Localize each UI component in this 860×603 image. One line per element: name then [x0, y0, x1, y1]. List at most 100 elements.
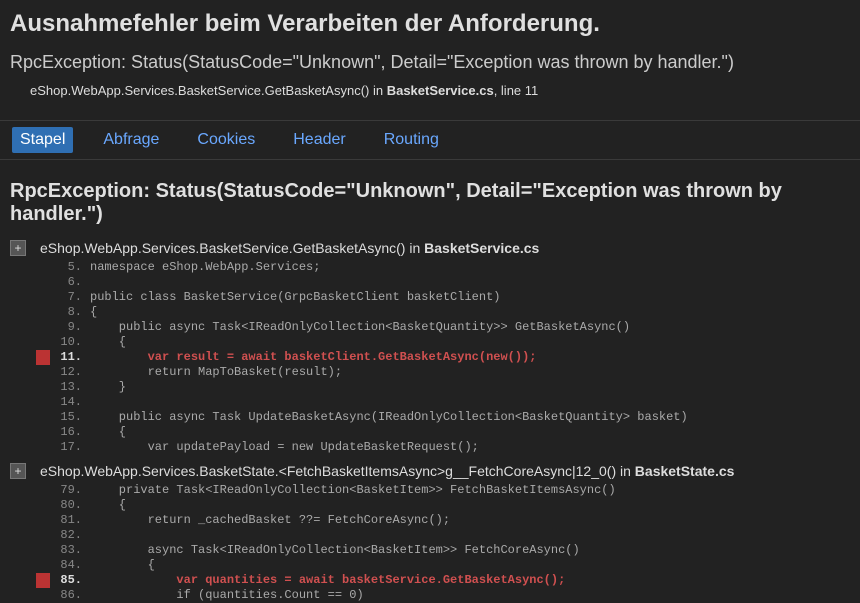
- tab-stapel[interactable]: Stapel: [12, 127, 73, 153]
- code-line: 14.: [36, 395, 860, 410]
- code-text: namespace eShop.WebApp.Services;: [90, 260, 860, 275]
- code-line: 79. private Task<IReadOnlyCollection<Bas…: [36, 483, 860, 498]
- line-number: 13.: [50, 380, 90, 395]
- line-number: 12.: [50, 365, 90, 380]
- gutter-mark: [36, 440, 50, 455]
- frame-title: + eShop.WebApp.Services.BasketState.<Fetc…: [0, 459, 860, 483]
- code-text: if (quantities.Count == 0): [90, 588, 860, 603]
- line-number: 11.: [50, 350, 90, 365]
- code-line: 84. {: [36, 558, 860, 573]
- frame-method: eShop.WebApp.Services.BasketService.GetB…: [40, 240, 424, 256]
- exception-header: RpcException: Status(StatusCode="Unknown…: [0, 176, 860, 236]
- line-number: 9.: [50, 320, 90, 335]
- code-line: 17. var updatePayload = new UpdateBasket…: [36, 440, 860, 455]
- gutter-mark: [36, 513, 50, 528]
- gutter-mark: [36, 483, 50, 498]
- code-line: 81. return _cachedBasket ??= FetchCoreAs…: [36, 513, 860, 528]
- line-number: 81.: [50, 513, 90, 528]
- code-text: [90, 395, 860, 410]
- code-line: 80. {: [36, 498, 860, 513]
- expand-button[interactable]: +: [10, 240, 26, 256]
- tab-bar: Stapel Abfrage Cookies Header Routing: [0, 120, 860, 160]
- line-number: 6.: [50, 275, 90, 290]
- page-title: Ausnahmefehler beim Verarbeiten der Anfo…: [0, 0, 860, 44]
- code-line: 11. var result = await basketClient.GetB…: [36, 350, 860, 365]
- line-number: 17.: [50, 440, 90, 455]
- code-text: public class BasketService(GrpcBasketCli…: [90, 290, 860, 305]
- frame-method: eShop.WebApp.Services.BasketState.<Fetch…: [40, 463, 635, 479]
- code-text: async Task<IReadOnlyCollection<BasketIte…: [90, 543, 860, 558]
- code-line: 16. {: [36, 425, 860, 440]
- code-line: 7.public class BasketService(GrpcBasketC…: [36, 290, 860, 305]
- line-number: 10.: [50, 335, 90, 350]
- code-text: var result = await basketClient.GetBaske…: [90, 350, 860, 365]
- code-text: }: [90, 380, 860, 395]
- gutter-mark: [36, 558, 50, 573]
- code-text: return MapToBasket(result);: [90, 365, 860, 380]
- exception-summary: RpcException: Status(StatusCode="Unknown…: [0, 44, 860, 81]
- line-number: 86.: [50, 588, 90, 603]
- code-line: 86. if (quantities.Count == 0): [36, 588, 860, 603]
- line-number: 14.: [50, 395, 90, 410]
- gutter-mark: [36, 543, 50, 558]
- line-number: 5.: [50, 260, 90, 275]
- code-line: 83. async Task<IReadOnlyCollection<Baske…: [36, 543, 860, 558]
- code-text: public async Task UpdateBasketAsync(IRea…: [90, 410, 860, 425]
- gutter-mark: [36, 528, 50, 543]
- frame-file: BasketService.cs: [424, 240, 539, 256]
- gutter-mark: [36, 573, 50, 588]
- code-line: 8.{: [36, 305, 860, 320]
- code-line: 12. return MapToBasket(result);: [36, 365, 860, 380]
- stack-frame: + eShop.WebApp.Services.BasketState.<Fetc…: [0, 459, 860, 603]
- code-line: 13. }: [36, 380, 860, 395]
- tab-cookies[interactable]: Cookies: [189, 127, 263, 153]
- code-block: 5.namespace eShop.WebApp.Services;6.7.pu…: [0, 260, 860, 455]
- top-frame-line: , line 11: [494, 83, 539, 98]
- code-text: {: [90, 558, 860, 573]
- gutter-mark: [36, 425, 50, 440]
- line-number: 8.: [50, 305, 90, 320]
- code-text: var quantities = await basketService.Get…: [90, 573, 860, 588]
- code-text: var updatePayload = new UpdateBasketRequ…: [90, 440, 860, 455]
- code-block: 79. private Task<IReadOnlyCollection<Bas…: [0, 483, 860, 603]
- code-text: return _cachedBasket ??= FetchCoreAsync(…: [90, 513, 860, 528]
- line-number: 85.: [50, 573, 90, 588]
- expand-button[interactable]: +: [10, 463, 26, 479]
- code-line: 10. {: [36, 335, 860, 350]
- frame-text: eShop.WebApp.Services.BasketState.<Fetch…: [40, 463, 734, 479]
- stack-frame: + eShop.WebApp.Services.BasketService.Get…: [0, 236, 860, 455]
- code-line: 6.: [36, 275, 860, 290]
- gutter-mark: [36, 290, 50, 305]
- gutter-mark: [36, 335, 50, 350]
- code-text: {: [90, 335, 860, 350]
- code-line: 5.namespace eShop.WebApp.Services;: [36, 260, 860, 275]
- gutter-mark: [36, 588, 50, 603]
- line-number: 80.: [50, 498, 90, 513]
- line-number: 7.: [50, 290, 90, 305]
- code-line: 9. public async Task<IReadOnlyCollection…: [36, 320, 860, 335]
- top-frame-file: BasketService.cs: [387, 83, 494, 98]
- gutter-mark: [36, 320, 50, 335]
- gutter-mark: [36, 395, 50, 410]
- tab-routing[interactable]: Routing: [376, 127, 447, 153]
- top-frame-method: eShop.WebApp.Services.BasketService.GetB…: [30, 83, 387, 98]
- code-text: [90, 275, 860, 290]
- gutter-mark: [36, 365, 50, 380]
- frame-text: eShop.WebApp.Services.BasketService.GetB…: [40, 240, 539, 256]
- gutter-mark: [36, 260, 50, 275]
- line-number: 16.: [50, 425, 90, 440]
- code-text: [90, 528, 860, 543]
- line-number: 15.: [50, 410, 90, 425]
- line-number: 84.: [50, 558, 90, 573]
- line-number: 83.: [50, 543, 90, 558]
- code-text: private Task<IReadOnlyCollection<BasketI…: [90, 483, 860, 498]
- gutter-mark: [36, 380, 50, 395]
- gutter-mark: [36, 305, 50, 320]
- gutter-mark: [36, 410, 50, 425]
- code-line: 82.: [36, 528, 860, 543]
- code-text: {: [90, 498, 860, 513]
- code-line: 15. public async Task UpdateBasketAsync(…: [36, 410, 860, 425]
- tab-header[interactable]: Header: [285, 127, 353, 153]
- tab-abfrage[interactable]: Abfrage: [95, 127, 167, 153]
- line-number: 82.: [50, 528, 90, 543]
